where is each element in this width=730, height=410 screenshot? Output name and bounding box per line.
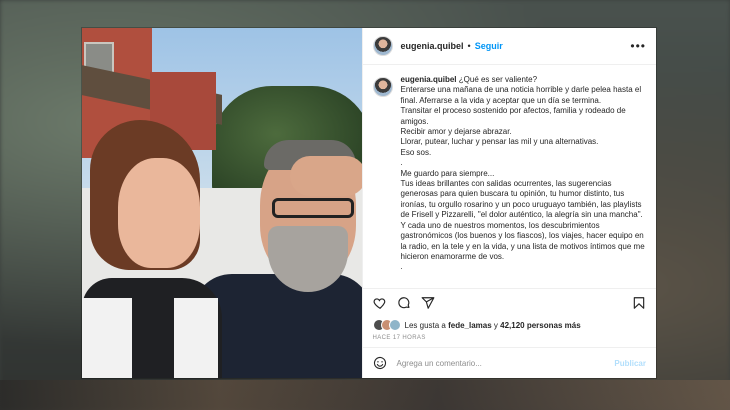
comment-bar: Agrega un comentario... Publicar <box>362 347 656 378</box>
likes-count-link[interactable]: 42,120 personas más <box>500 321 581 330</box>
post-timestamp[interactable]: HACE 17 HORAS <box>363 333 656 347</box>
author-username[interactable]: eugenia.quibel <box>401 41 464 51</box>
comment-icon[interactable] <box>397 296 411 310</box>
photo-woman-lace-right <box>174 298 218 378</box>
author-avatar[interactable] <box>372 36 393 56</box>
photo-man-glasses <box>272 198 354 218</box>
likes-user-link[interactable]: fede_lamas <box>448 321 492 330</box>
likes-middle: y <box>491 320 501 330</box>
caption-username[interactable]: eugenia.quibel <box>401 75 457 84</box>
background-strip <box>0 380 730 410</box>
post-side-panel: eugenia.quibel • Seguir ••• eugenia.quib… <box>361 28 656 378</box>
post-photo[interactable] <box>82 28 362 378</box>
caption: eugenia.quibel ¿Qué es ser valiente? Ent… <box>401 75 646 288</box>
likes-row: Les gusta a fede_lamas y 42,120 personas… <box>363 317 656 333</box>
comment-input[interactable]: Agrega un comentario... <box>397 359 615 368</box>
emoji-icon[interactable] <box>373 356 387 370</box>
caption-area: eugenia.quibel ¿Qué es ser valiente? Ent… <box>363 65 656 288</box>
bookmark-icon[interactable] <box>632 296 646 310</box>
heart-icon[interactable] <box>373 296 387 310</box>
more-options-button[interactable]: ••• <box>630 39 646 53</box>
publish-button[interactable]: Publicar <box>614 359 646 368</box>
photo-man-hand <box>290 156 362 196</box>
photo-woman-face <box>118 158 200 268</box>
caption-text: ¿Qué es ser valiente? Enterarse una maña… <box>400 75 645 272</box>
likes-prefix: Les gusta a <box>404 320 449 330</box>
post-header: eugenia.quibel • Seguir ••• <box>362 28 656 65</box>
follow-button[interactable]: Seguir <box>475 41 503 51</box>
share-icon[interactable] <box>421 296 435 310</box>
instagram-post-modal: eugenia.quibel • Seguir ••• eugenia.quib… <box>82 28 656 378</box>
photo-woman-lace-left <box>82 298 132 378</box>
caption-avatar[interactable] <box>372 77 393 97</box>
header-separator: • <box>467 41 471 51</box>
likes-text: Les gusta a fede_lamas y 42,120 personas… <box>405 321 581 330</box>
liker-avatar <box>388 319 401 331</box>
action-bar <box>362 288 656 317</box>
